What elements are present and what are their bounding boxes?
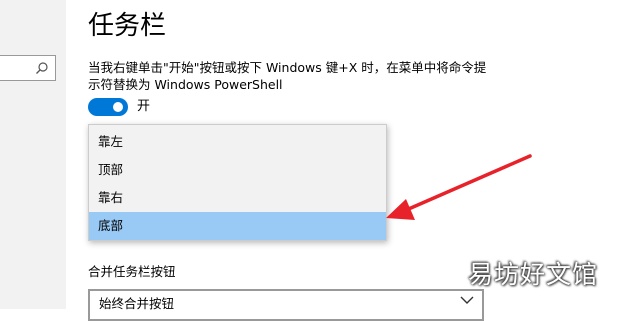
powershell-toggle-switch[interactable] [88, 98, 128, 116]
dropdown-option-left[interactable]: 靠左 [89, 128, 386, 156]
navigation-pane [0, 0, 66, 309]
toggle-state-label: 开 [137, 99, 151, 114]
taskbar-location-dropdown-menu: 靠左 顶部 靠右 底部 [88, 124, 387, 241]
toggle-knob [113, 102, 123, 112]
combine-buttons-selected-value: 始终合并按钮 [99, 296, 175, 311]
search-icon[interactable] [35, 61, 49, 75]
combine-buttons-label: 合并任务栏按钮 [88, 264, 176, 279]
dropdown-option-top[interactable]: 顶部 [89, 156, 386, 184]
page-title: 任务栏 [88, 11, 167, 41]
chevron-down-icon [460, 296, 474, 304]
dropdown-option-bottom[interactable]: 底部 [89, 212, 386, 240]
settings-search-input[interactable] [0, 55, 56, 81]
powershell-setting-description: 当我右键单击"开始"按钮或按下 Windows 键+X 时，在菜单中将命令提示符… [88, 60, 487, 92]
combine-buttons-select[interactable]: 始终合并按钮 [88, 289, 484, 321]
watermark: 易坊好文馆 [468, 260, 599, 289]
dropdown-option-right[interactable]: 靠右 [89, 184, 386, 212]
